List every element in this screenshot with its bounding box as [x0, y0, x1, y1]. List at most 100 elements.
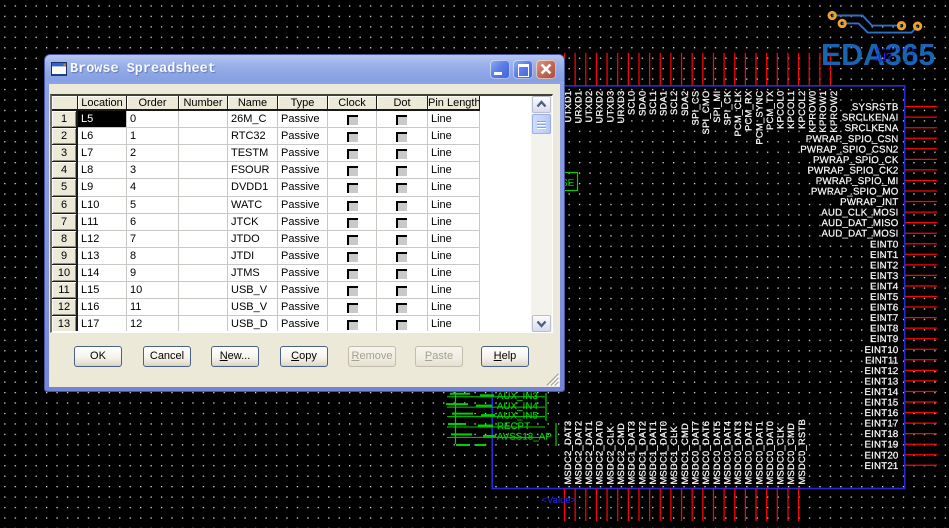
cell-type[interactable]: Passive — [278, 231, 328, 248]
close-button[interactable] — [536, 60, 556, 79]
cell-order[interactable]: 3 — [127, 162, 179, 179]
cell-name[interactable]: USB_V — [228, 282, 278, 299]
cell-pin_length[interactable]: Line — [428, 162, 480, 179]
help-button[interactable]: Help — [481, 346, 529, 367]
cell-order[interactable]: 7 — [127, 231, 179, 248]
clock-checkbox[interactable] — [347, 235, 358, 245]
cell-order[interactable]: 10 — [127, 282, 179, 299]
row-number[interactable]: 10 — [52, 265, 78, 282]
row-number[interactable]: 2 — [52, 128, 78, 145]
dialog-titlebar[interactable]: Browse Spreadsheet — [45, 55, 564, 84]
column-header-Location[interactable]: Location — [78, 96, 127, 111]
maximize-button[interactable] — [513, 60, 533, 79]
copy-button[interactable]: Copy — [280, 346, 328, 367]
clock-checkbox[interactable] — [347, 183, 358, 193]
dot-checkbox[interactable] — [396, 132, 407, 142]
clock-checkbox[interactable] — [347, 303, 358, 313]
cell-order[interactable]: 4 — [127, 179, 179, 197]
column-header-Pin Length[interactable]: Pin Length — [428, 96, 480, 111]
cell-number[interactable] — [179, 128, 228, 145]
cell-pin_length[interactable]: Line — [428, 197, 480, 214]
cell-type[interactable]: Passive — [278, 179, 328, 197]
cell-name[interactable]: USB_D — [228, 316, 278, 331]
cell-pin_length[interactable]: Line — [428, 214, 480, 231]
row-number[interactable]: 11 — [52, 282, 78, 299]
dot-checkbox[interactable] — [396, 201, 407, 211]
cell-number[interactable] — [179, 111, 228, 128]
dot-checkbox[interactable] — [396, 235, 407, 245]
cell-type[interactable]: Passive — [278, 214, 328, 231]
cell-location[interactable]: L17 — [78, 316, 127, 331]
cell-location[interactable]: L10 — [78, 197, 127, 214]
cell-number[interactable] — [179, 282, 228, 299]
cell-type[interactable]: Passive — [278, 265, 328, 282]
column-header-Dot[interactable]: Dot — [377, 96, 428, 111]
new-button[interactable]: New... — [211, 346, 259, 367]
dot-checkbox[interactable] — [396, 286, 407, 296]
cell-number[interactable] — [179, 162, 228, 179]
cell-name[interactable]: JTDO — [228, 231, 278, 248]
cell-pin_length[interactable]: Line — [428, 111, 480, 128]
minimize-button[interactable] — [490, 60, 510, 79]
cell-number[interactable] — [179, 265, 228, 282]
cell-order[interactable]: 8 — [127, 248, 179, 265]
cell-pin_length[interactable]: Line — [428, 128, 480, 145]
row-number[interactable]: 13 — [52, 316, 78, 331]
clock-checkbox[interactable] — [347, 132, 358, 142]
cell-location[interactable]: L13 — [78, 248, 127, 265]
row-number[interactable]: 1 — [52, 111, 78, 128]
row-number[interactable]: 8 — [52, 231, 78, 248]
cancel-button[interactable]: Cancel — [143, 346, 191, 367]
cell-number[interactable] — [179, 316, 228, 331]
cell-name[interactable]: 26M_C — [228, 111, 278, 128]
dot-checkbox[interactable] — [396, 320, 407, 330]
cell-pin_length[interactable]: Line — [428, 265, 480, 282]
cell-number[interactable] — [179, 299, 228, 316]
column-header-Number[interactable]: Number — [179, 96, 228, 111]
cell-number[interactable] — [179, 145, 228, 162]
row-number[interactable]: 3 — [52, 145, 78, 162]
column-header-Order[interactable]: Order — [127, 96, 179, 111]
clock-checkbox[interactable] — [347, 218, 358, 228]
dot-checkbox[interactable] — [396, 218, 407, 228]
cell-order[interactable]: 12 — [127, 316, 179, 331]
clock-checkbox[interactable] — [347, 166, 358, 176]
row-number[interactable]: 7 — [52, 214, 78, 231]
cell-type[interactable]: Passive — [278, 162, 328, 179]
cell-pin_length[interactable]: Line — [428, 145, 480, 162]
dot-checkbox[interactable] — [396, 149, 407, 159]
cell-pin_length[interactable]: Line — [428, 248, 480, 265]
dot-checkbox[interactable] — [396, 252, 407, 262]
column-header-rownum[interactable] — [52, 96, 78, 111]
clock-checkbox[interactable] — [347, 115, 358, 125]
cell-pin_length[interactable]: Line — [428, 299, 480, 316]
cell-name[interactable]: RTC32 — [228, 128, 278, 145]
cell-pin_length[interactable]: Line — [428, 316, 480, 331]
clock-checkbox[interactable] — [347, 269, 358, 279]
vertical-scrollbar[interactable] — [531, 96, 552, 332]
cell-location[interactable]: L15 — [78, 282, 127, 299]
scrollbar-thumb[interactable] — [532, 114, 551, 134]
clock-checkbox[interactable] — [347, 252, 358, 262]
cell-location[interactable]: L8 — [78, 162, 127, 179]
cell-name[interactable]: USB_V — [228, 299, 278, 316]
cell-name[interactable]: JTMS — [228, 265, 278, 282]
dot-checkbox[interactable] — [396, 166, 407, 176]
ok-button[interactable]: OK — [74, 346, 122, 367]
cell-location[interactable]: L9 — [78, 179, 127, 197]
clock-checkbox[interactable] — [347, 320, 358, 330]
cell-location[interactable]: L6 — [78, 128, 127, 145]
cell-number[interactable] — [179, 179, 228, 197]
dot-checkbox[interactable] — [396, 115, 407, 125]
cell-order[interactable]: 6 — [127, 214, 179, 231]
column-header-Clock[interactable]: Clock — [328, 96, 377, 111]
cell-type[interactable]: Passive — [278, 299, 328, 316]
cell-location[interactable]: L12 — [78, 231, 127, 248]
cell-number[interactable] — [179, 197, 228, 214]
cell-order[interactable]: 1 — [127, 128, 179, 145]
column-header-Name[interactable]: Name — [228, 96, 278, 111]
cell-order[interactable]: 11 — [127, 299, 179, 316]
cell-number[interactable] — [179, 248, 228, 265]
column-header-Type[interactable]: Type — [278, 96, 328, 111]
cell-type[interactable]: Passive — [278, 248, 328, 265]
